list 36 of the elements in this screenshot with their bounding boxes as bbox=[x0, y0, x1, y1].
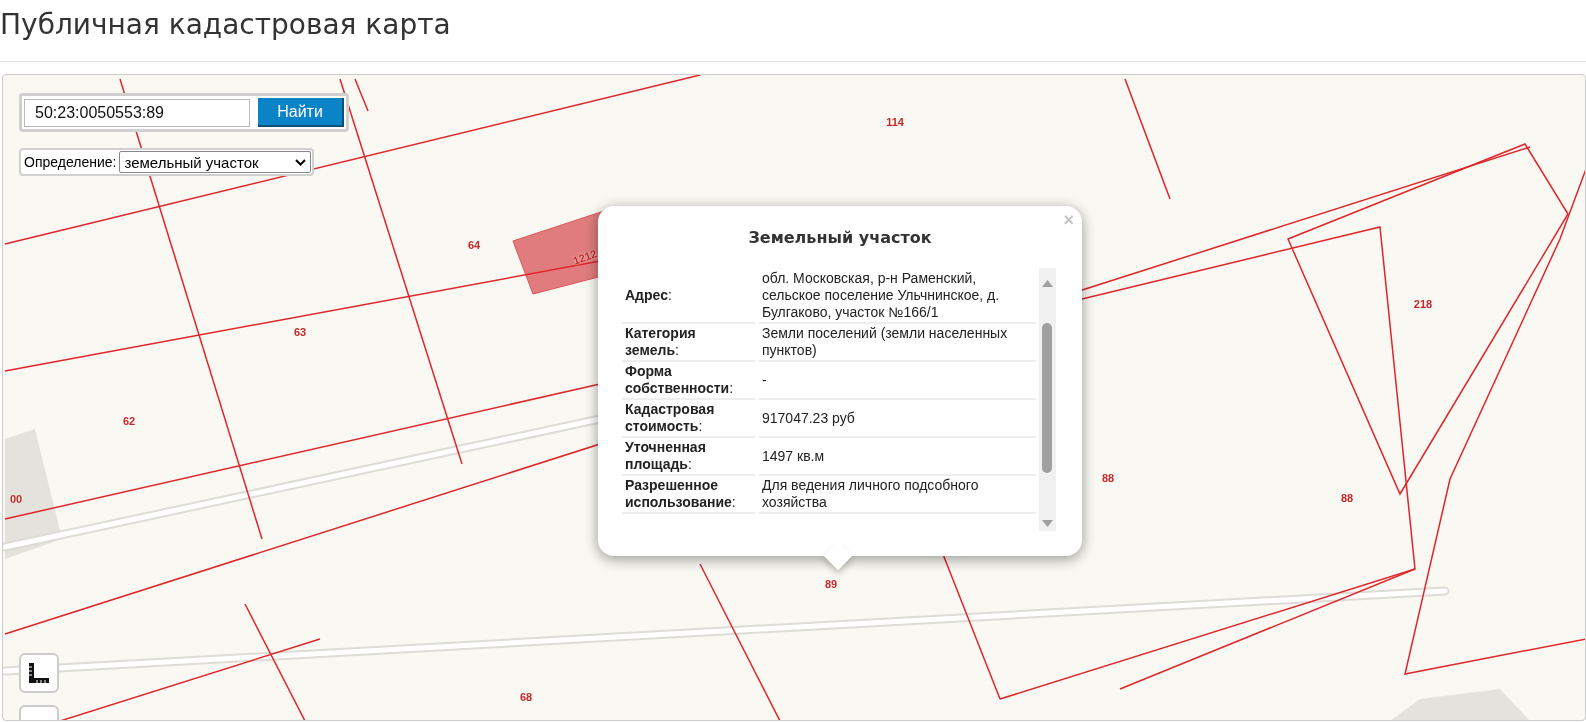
popup-title: Земельный участок bbox=[747, 228, 933, 247]
chevron-down-icon bbox=[295, 158, 307, 166]
popup-pointer bbox=[823, 541, 853, 571]
parcel-number: 1212 bbox=[571, 247, 599, 267]
parcel-number: 89 bbox=[824, 578, 838, 590]
cadastral-number-field[interactable]: 50:23:0050553:89 bbox=[24, 98, 250, 127]
field-value: Для ведения личного подсобного хозяйства bbox=[762, 477, 980, 511]
field-label: Адрес: bbox=[625, 286, 672, 304]
field-value: 1497 кв.м bbox=[762, 447, 825, 465]
field-label: Категория земель: bbox=[625, 325, 697, 359]
field-label: Форма собственности: bbox=[625, 363, 735, 397]
definition-select[interactable]: земельный участок bbox=[119, 151, 312, 173]
scroll-down-arrow-icon[interactable] bbox=[1042, 520, 1053, 527]
page-title: Публичная кадастровая карта bbox=[0, 7, 451, 41]
field-value: обл. Московская, р-н Раменский, сельское поселение Ульчнинское, д. Булгаково, участок №166/1 bbox=[762, 269, 1001, 321]
parcel-number: 218 bbox=[1413, 298, 1433, 310]
find-button[interactable]: Найти bbox=[258, 98, 344, 127]
parcel-number: 88 bbox=[1101, 472, 1115, 484]
field-value: 917047.23 руб bbox=[762, 409, 855, 427]
field-value: Земли поселений (земли населенных пунктов) bbox=[762, 325, 1009, 359]
field-label: Уточненная площадь: bbox=[625, 439, 707, 473]
parcel-number: 88 bbox=[1340, 492, 1354, 504]
parcel-number: 00 bbox=[9, 493, 23, 505]
parcel-number: 64 bbox=[467, 239, 481, 251]
field-value: - bbox=[762, 371, 767, 389]
scroll-up-arrow-icon[interactable] bbox=[1042, 280, 1053, 287]
measure-tool-button[interactable] bbox=[19, 653, 59, 693]
definition-label: Определение: bbox=[24, 154, 117, 170]
field-label: Разрешенное использование: bbox=[625, 477, 737, 511]
field-label: Кадастровая стоимость: bbox=[625, 401, 716, 435]
parcel-number: 63 bbox=[293, 326, 307, 338]
parcel-number: 62 bbox=[122, 415, 136, 427]
scrollbar[interactable] bbox=[1039, 268, 1056, 531]
parcel-number: 68 bbox=[519, 691, 533, 703]
parcel-number: 114 bbox=[886, 116, 904, 128]
scrollbar-thumb[interactable] bbox=[1042, 323, 1052, 473]
